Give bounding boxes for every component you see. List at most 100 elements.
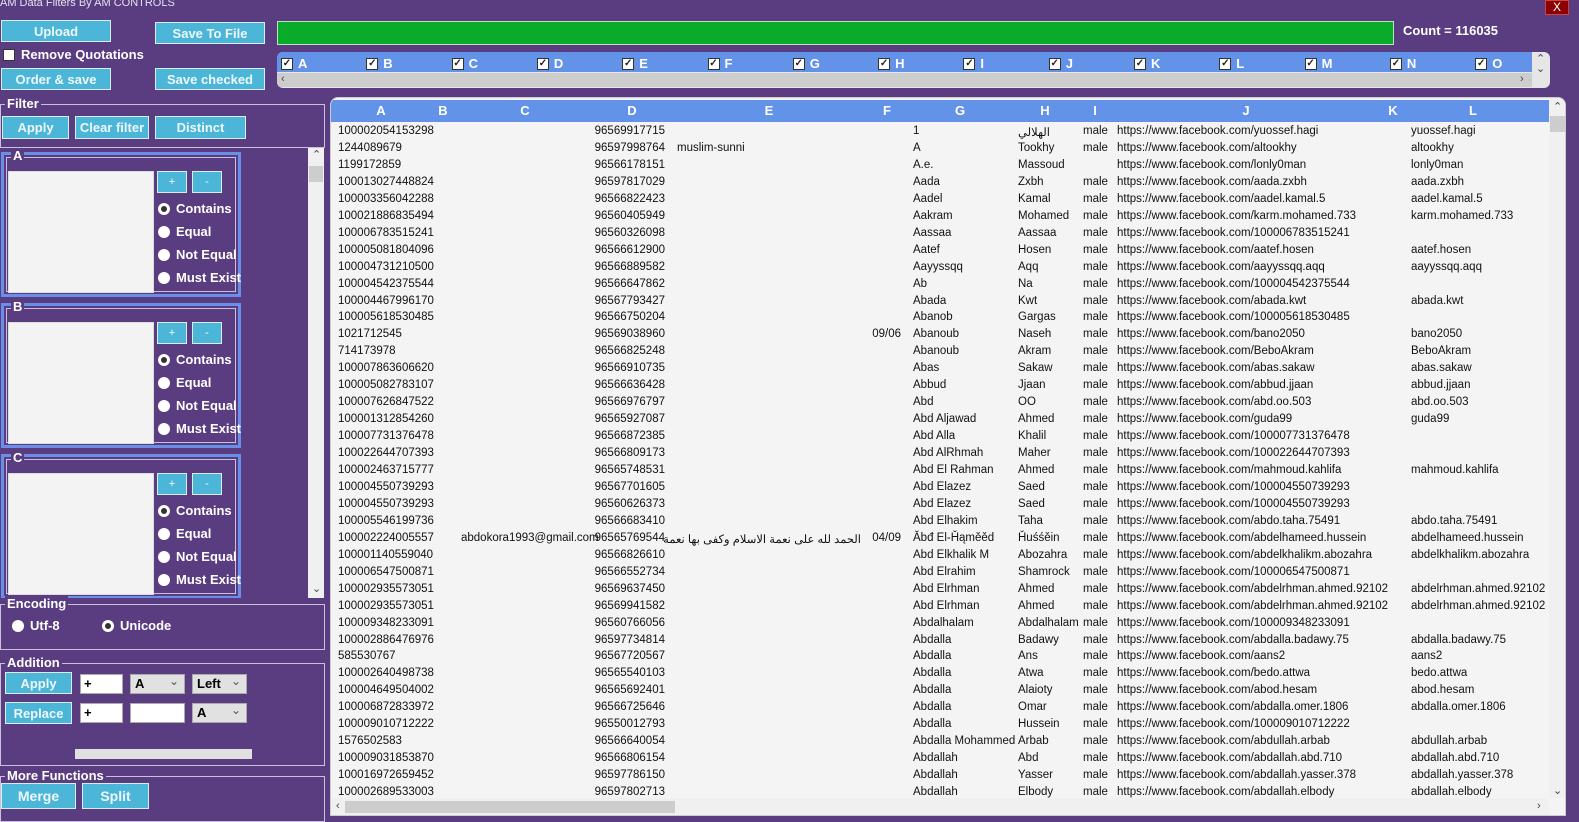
table-row[interactable]: 100016972659452 96597786150 Abdallah Yasser… [331,768,1549,785]
scrollbar-thumb[interactable] [345,801,675,813]
addition-text-input[interactable]: + [80,674,123,694]
table-row[interactable]: 100006547500871 96566552734 Abd Elrahim Sha… [331,565,1549,582]
table-row[interactable]: 100007731376478 96566872385 Abd Alla Khalil… [331,429,1549,446]
column-checkbox-d[interactable]: ✓ D [536,56,563,71]
filter-panel-scrollbar[interactable]: ⌃ ⌄ [308,148,324,598]
upload-button[interactable]: Upload [1,20,111,42]
clear-filter-button[interactable]: Clear filter [75,116,149,139]
table-row[interactable]: 100001312854260 96565927087 Abd Aljawad Ahm… [331,412,1549,429]
table-row[interactable]: 585530767 96567720567 Abdalla Ans male https:… [331,649,1549,666]
column-checkbox-l[interactable]: ✓ L [1219,56,1244,71]
table-row[interactable]: 100004467996170 96567793427 Abada Kwt male ht… [331,294,1549,311]
column-checkbox-f[interactable]: ✓ F [707,56,732,71]
column-checkbox-h[interactable]: ✓ H [878,56,904,71]
add-filter-button[interactable]: + [157,473,187,495]
addition-apply-button[interactable]: Apply [5,672,72,694]
table-row[interactable]: 1576502583 96566640054 Abdalla Mohammed Arb… [331,734,1549,751]
filter-values-list[interactable] [8,322,154,444]
table-row[interactable]: 100004550739293 96567701605 Abd Elazez Saed… [331,480,1549,497]
table-row[interactable]: 1244089679 96597998764 muslim-sunni A Tookhy… [331,141,1549,158]
add-filter-button[interactable]: + [157,171,187,193]
filter-mode-equal-radio[interactable]: Equal [158,224,211,239]
column-checkbox-j[interactable]: ✓ J [1048,56,1073,71]
table-row[interactable]: 100002640498738 96565540103 Abdalla Atwa mal… [331,666,1549,683]
table-row[interactable]: 100005618530485 96566750204 Abanob Gargas ma… [331,310,1549,327]
distinct-button[interactable]: Distinct [155,116,246,139]
filter-mode-must-exist-radio[interactable]: Must Exist [158,421,241,436]
filter-mode-contains-radio[interactable]: Contains [158,201,232,216]
column-checkbox-b[interactable]: ✓ B [366,56,393,71]
remove-filter-button[interactable]: - [192,171,222,193]
save-checked-button[interactable]: Save checked [155,68,265,90]
replace-find-input[interactable]: + [80,703,123,723]
remove-filter-button[interactable]: - [192,322,222,344]
table-row[interactable]: 100001140559040 96566826610 Abd Elkhalik M… [331,548,1549,565]
addition-column-select[interactable]: A [130,672,185,694]
filter-mode-not-equal-radio[interactable]: Not Equal [158,549,237,564]
column-header-g[interactable]: G [955,103,965,118]
filter-mode-equal-radio[interactable]: Equal [158,375,211,390]
column-header-f[interactable]: F [883,103,891,118]
table-row[interactable]: 100005546199736 96566683410 Abd Elhakim Tah… [331,514,1549,531]
table-row[interactable]: 100002463715777 96565748531 Abd El Rahman A… [331,463,1549,480]
scroll-down-icon[interactable]: ⌄ [1536,62,1545,75]
column-checkbox-m[interactable]: ✓ M [1304,56,1332,71]
scroll-down-icon[interactable]: ⌄ [1553,784,1562,797]
column-checkbox-n[interactable]: ✓ N [1389,56,1416,71]
table-row[interactable]: 100002935573051 96569941582 Abd Elrhman Ahm… [331,599,1549,616]
table-row[interactable]: 100009348233091 96560766056 Abdalhalam Abda… [331,616,1549,633]
grid-vertical-scrollbar[interactable]: ⌃ ⌄ [1549,98,1565,798]
table-row[interactable]: 100021886835494 96560405949 Aakram Mohamed m… [331,209,1549,226]
filter-mode-equal-radio[interactable]: Equal [158,526,211,541]
table-row[interactable]: 100009031853870 96566806154 Abdallah Abd mal… [331,751,1549,768]
table-row[interactable]: 100007863606620 96566910735 Abas Sakaw male h… [331,361,1549,378]
split-button[interactable]: Split [82,783,149,809]
replace-column-select[interactable]: A [192,701,247,723]
column-header-b[interactable]: B [438,103,447,118]
table-row[interactable]: 100022644707393 96566809173 Abd AlRhmah Mah… [331,446,1549,463]
table-row[interactable]: 100004649504002 96565692401 Abdalla Alaioty… [331,683,1549,700]
column-header-c[interactable]: C [520,103,529,118]
filter-mode-contains-radio[interactable]: Contains [158,352,232,367]
column-checkbox-g[interactable]: ✓ G [792,56,820,71]
column-header-d[interactable]: D [627,103,636,118]
column-checkbox-k[interactable]: ✓ K [1134,56,1160,71]
table-row[interactable]: 100007626847522 96566976797 Abd OO male https… [331,395,1549,412]
column-header-l[interactable]: L [1469,103,1477,118]
table-row[interactable]: 100005082783107 96566636428 Abbud Jjaan male… [331,378,1549,395]
table-row[interactable]: 100005081804096 96566612900 Aatef Hosen male… [331,243,1549,260]
scrollbar-thumb[interactable] [1550,116,1565,132]
save-to-file-button[interactable]: Save To File [155,22,265,44]
remove-quotations-checkbox[interactable] [3,49,15,61]
filter-values-list[interactable] [8,473,154,595]
column-header-k[interactable]: K [1388,103,1397,118]
table-row[interactable]: 100013027448824 96597817029 Aada Zxbh male ht… [331,175,1549,192]
encoding-utf8-radio[interactable]: Utf-8 [12,618,60,633]
filter-mode-must-exist-radio[interactable]: Must Exist [158,270,241,285]
merge-button[interactable]: Merge [1,783,76,809]
table-row[interactable]: 100006783515241 96560326098 Aassaa Aassaa ma… [331,226,1549,243]
column-checkbox-c[interactable]: ✓ C [451,56,478,71]
column-checkbox-a[interactable]: ✓ A [281,56,307,71]
column-selector-scrollbar[interactable]: ‹ › [277,73,1532,87]
filter-mode-must-exist-radio[interactable]: Must Exist [158,572,241,587]
order-save-button[interactable]: Order & save [1,68,111,90]
column-checkbox-o[interactable]: ✓ O [1475,56,1502,71]
table-row[interactable]: 100004550739293 96560626373 Abd Elazez Saed… [331,497,1549,514]
table-row[interactable]: 100002054153298 96569917715 1 الهلالي male ht… [331,124,1549,141]
column-header-a[interactable]: A [376,103,385,118]
column-header-h[interactable]: H [1040,103,1049,118]
table-row[interactable]: 100002886476976 96597734814 Abdalla Badawy m… [331,633,1549,650]
column-checkbox-e[interactable]: ✓ E [622,56,648,71]
scroll-right-icon[interactable]: › [1537,800,1541,812]
table-row[interactable]: 100004731210500 96566889582 Aayyssqq Aqq mal… [331,260,1549,277]
scroll-left-icon[interactable]: ‹ [281,73,285,85]
remove-filter-button[interactable]: - [192,473,222,495]
scroll-left-icon[interactable]: ‹ [336,800,340,812]
scroll-down-icon[interactable]: ⌄ [312,582,321,595]
filter-mode-not-equal-radio[interactable]: Not Equal [158,247,237,262]
scrollbar-thumb[interactable] [309,166,323,182]
filter-values-list[interactable] [8,171,154,293]
table-row[interactable]: 714173978 96566825248 Abanoub Akram male http… [331,344,1549,361]
replace-with-input[interactable] [130,703,185,723]
